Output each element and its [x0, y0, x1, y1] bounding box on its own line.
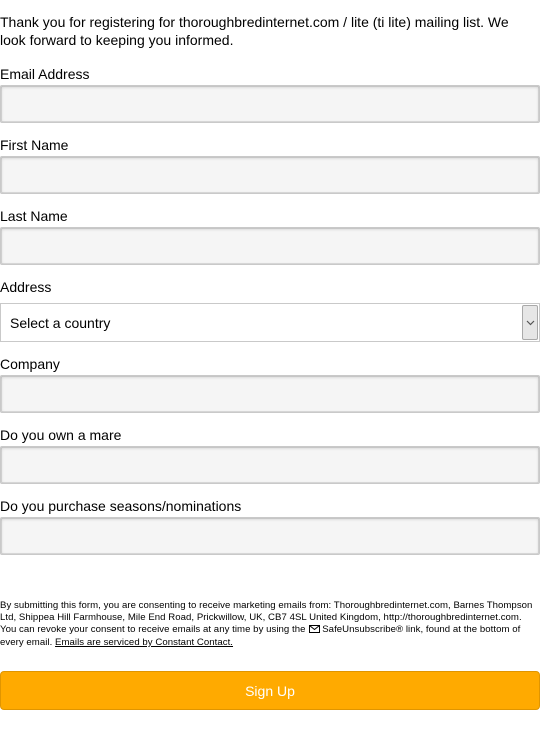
mare-field[interactable] [0, 446, 540, 484]
last-name-field[interactable] [0, 227, 540, 265]
chevron-down-icon[interactable] [522, 305, 538, 340]
address-label: Address [0, 279, 52, 295]
intro-text: Thank you for registering for thoroughbr… [0, 14, 509, 48]
first-name-label: First Name [0, 137, 69, 153]
country-select-value: Select a country [10, 314, 111, 331]
email-field[interactable] [0, 85, 540, 123]
company-label: Company [0, 356, 60, 372]
email-label: Email Address [0, 66, 90, 82]
company-field[interactable] [0, 375, 540, 413]
country-select[interactable]: Select a country [0, 303, 540, 342]
first-name-field[interactable] [0, 156, 540, 194]
seasons-label: Do you purchase seasons/nominations [0, 498, 242, 514]
seasons-field[interactable] [0, 517, 540, 555]
constant-contact-link[interactable]: Emails are serviced by Constant Contact. [55, 637, 233, 648]
sign-up-button[interactable]: Sign Up [0, 671, 540, 710]
last-name-label: Last Name [0, 208, 68, 224]
envelope-icon [309, 625, 321, 637]
consent-disclaimer: By submitting this form, you are consent… [0, 600, 540, 649]
mare-label: Do you own a mare [0, 427, 122, 443]
